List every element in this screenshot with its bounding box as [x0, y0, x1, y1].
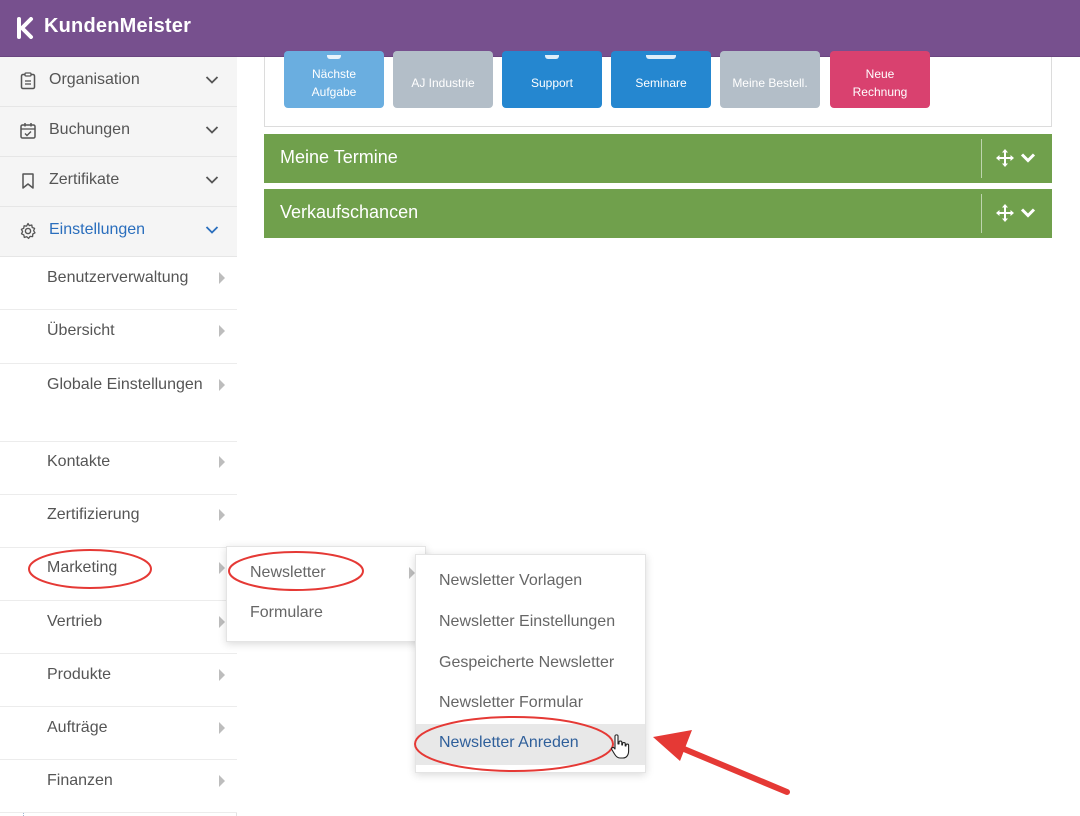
caret-right-icon: [219, 722, 225, 734]
panel-meine-termine[interactable]: Meine Termine: [264, 134, 1052, 183]
sidebar-subitem-benutzerverwaltung[interactable]: Benutzerverwaltung: [0, 257, 237, 310]
newsletter-submenu: Newsletter Vorlagen Newsletter Einstellu…: [415, 554, 646, 773]
menu-item-label: Gespeicherte Newsletter: [439, 654, 615, 671]
caret-right-icon: [219, 325, 225, 337]
sidebar-subitem-label: Produkte: [47, 666, 112, 683]
tile-label: Nächste: [311, 66, 357, 81]
menu-item-label: Newsletter: [250, 564, 326, 581]
kundenmeister-logo-icon: [17, 17, 33, 39]
sidebar-subitem-label: Kontakte: [47, 453, 111, 470]
chevron-down-icon: [205, 176, 219, 184]
panel-divider: [981, 139, 982, 178]
move-icon[interactable]: [995, 148, 1015, 168]
menu-item-formulare[interactable]: Formulare: [227, 597, 425, 641]
gear-icon: [20, 222, 36, 240]
sidebar-item-label: Buchungen: [49, 121, 130, 138]
sidebar-item-buchungen[interactable]: Buchungen: [0, 107, 237, 157]
clipboard-icon: [20, 72, 36, 90]
tile-icon: [545, 55, 559, 59]
sidebar-item-label: Zertifikate: [49, 171, 120, 188]
menu-item-newsletter-einstellungen[interactable]: Newsletter Einstellungen: [416, 602, 645, 643]
caret-right-icon: [219, 562, 225, 574]
panel-divider: [981, 194, 982, 233]
sidebar-subitem-label: Zertifizierung: [47, 506, 140, 523]
menu-item-newsletter[interactable]: Newsletter: [227, 547, 425, 597]
sidebar-item-einstellungen[interactable]: Einstellungen: [0, 207, 237, 257]
menu-item-label: Newsletter Vorlagen: [439, 572, 583, 589]
menu-item-gespeicherte-newsletter[interactable]: Gespeicherte Newsletter: [416, 643, 645, 684]
menu-item-label: Newsletter Einstellungen: [439, 613, 616, 630]
menu-item-newsletter-anreden[interactable]: Newsletter Anreden: [416, 724, 645, 765]
chevron-down-icon: [205, 126, 219, 134]
caret-right-icon: [219, 456, 225, 468]
sidebar-subitem-label: Aufträge: [47, 719, 108, 736]
caret-right-icon: [219, 616, 225, 628]
panel-title: Meine Termine: [280, 147, 398, 167]
tile-naechste-aufgabe[interactable]: Nächste Aufgabe: [284, 51, 384, 108]
sidebar-item-label: Organisation: [49, 71, 140, 88]
sidebar-subitem-label: Globale Einstellungen: [47, 376, 203, 393]
tile-label: Meine Bestell.: [732, 75, 808, 90]
sidebar: Organisation Buchungen Zertifikate Einst…: [0, 57, 237, 816]
sidebar-subitem-kontakte[interactable]: Kontakte: [0, 442, 237, 495]
tile-label: Neue: [865, 66, 895, 81]
menu-item-label: Newsletter Anreden: [439, 734, 579, 751]
chevron-down-icon: [205, 76, 219, 84]
tile-seminare[interactable]: Seminare: [611, 51, 711, 108]
marketing-submenu: Newsletter Formulare: [226, 546, 426, 642]
move-icon[interactable]: [995, 203, 1015, 223]
tile-label: Rechnung: [852, 84, 908, 99]
app-name[interactable]: KundenMeister: [44, 15, 191, 38]
caret-right-icon: [219, 669, 225, 681]
chevron-down-icon[interactable]: [1020, 152, 1036, 164]
menu-item-newsletter-vorlagen[interactable]: Newsletter Vorlagen: [416, 561, 645, 602]
sidebar-subitem-label: Benutzerverwaltung: [47, 269, 189, 286]
sidebar-subitem-label: Marketing: [47, 559, 118, 576]
bookmark-icon: [22, 173, 34, 189]
tile-meine-bestellungen[interactable]: Meine Bestell.: [720, 51, 820, 108]
tile-icon: [646, 55, 676, 59]
sidebar-subitem-marketing[interactable]: Marketing: [0, 548, 237, 601]
panel-verkaufschancen[interactable]: Verkaufschancen: [264, 189, 1052, 238]
quick-access-tiles: Nächste Aufgabe AJ Industrie Support Sem…: [264, 51, 1052, 127]
sidebar-subitem-produkte[interactable]: Produkte: [0, 654, 237, 707]
menu-item-newsletter-formular[interactable]: Newsletter Formular: [416, 684, 645, 724]
sidebar-subitem-zertifizierung[interactable]: Zertifizierung: [0, 495, 237, 548]
tile-label: Aufgabe: [311, 84, 357, 99]
sidebar-subitem-label: Vertrieb: [47, 613, 103, 630]
sidebar-item-label: Einstellungen: [49, 221, 146, 238]
top-bar: KundenMeister: [0, 0, 1080, 57]
sidebar-subitem-label: Übersicht: [47, 322, 115, 339]
chevron-down-icon: [205, 226, 219, 234]
tile-label: Support: [530, 75, 574, 90]
tile-aj-industrie[interactable]: AJ Industrie: [393, 51, 493, 108]
caret-right-icon: [219, 272, 225, 284]
sidebar-subitem-globale-einstellungen[interactable]: Globale Einstellungen: [0, 364, 237, 442]
red-arrow-icon: [653, 730, 790, 795]
tile-support[interactable]: Support: [502, 51, 602, 108]
sidebar-subitem-uebersicht[interactable]: Übersicht: [0, 310, 237, 364]
panel-title: Verkaufschancen: [280, 202, 419, 222]
sidebar-subitem-finanzen[interactable]: Finanzen: [0, 760, 237, 813]
chevron-down-icon[interactable]: [1020, 207, 1036, 219]
caret-right-icon: [219, 775, 225, 787]
tile-icon: [327, 55, 341, 59]
sidebar-subitem-auftraege[interactable]: Aufträge: [0, 707, 237, 760]
caret-right-icon: [219, 379, 225, 391]
menu-item-label: Formulare: [250, 604, 323, 621]
tile-neue-rechnung[interactable]: Neue Rechnung: [830, 51, 930, 108]
sidebar-subitem-label: Finanzen: [47, 772, 113, 789]
sidebar-subitem-vertrieb[interactable]: Vertrieb: [0, 601, 237, 654]
menu-item-label: Newsletter Formular: [439, 694, 584, 711]
sidebar-item-zertifikate[interactable]: Zertifikate: [0, 157, 237, 207]
sidebar-item-organisation[interactable]: Organisation: [0, 57, 237, 107]
tile-label: Seminare: [635, 75, 687, 90]
tile-label: AJ Industrie: [411, 75, 475, 90]
calendar-check-icon: [20, 123, 36, 139]
caret-right-icon: [219, 509, 225, 521]
